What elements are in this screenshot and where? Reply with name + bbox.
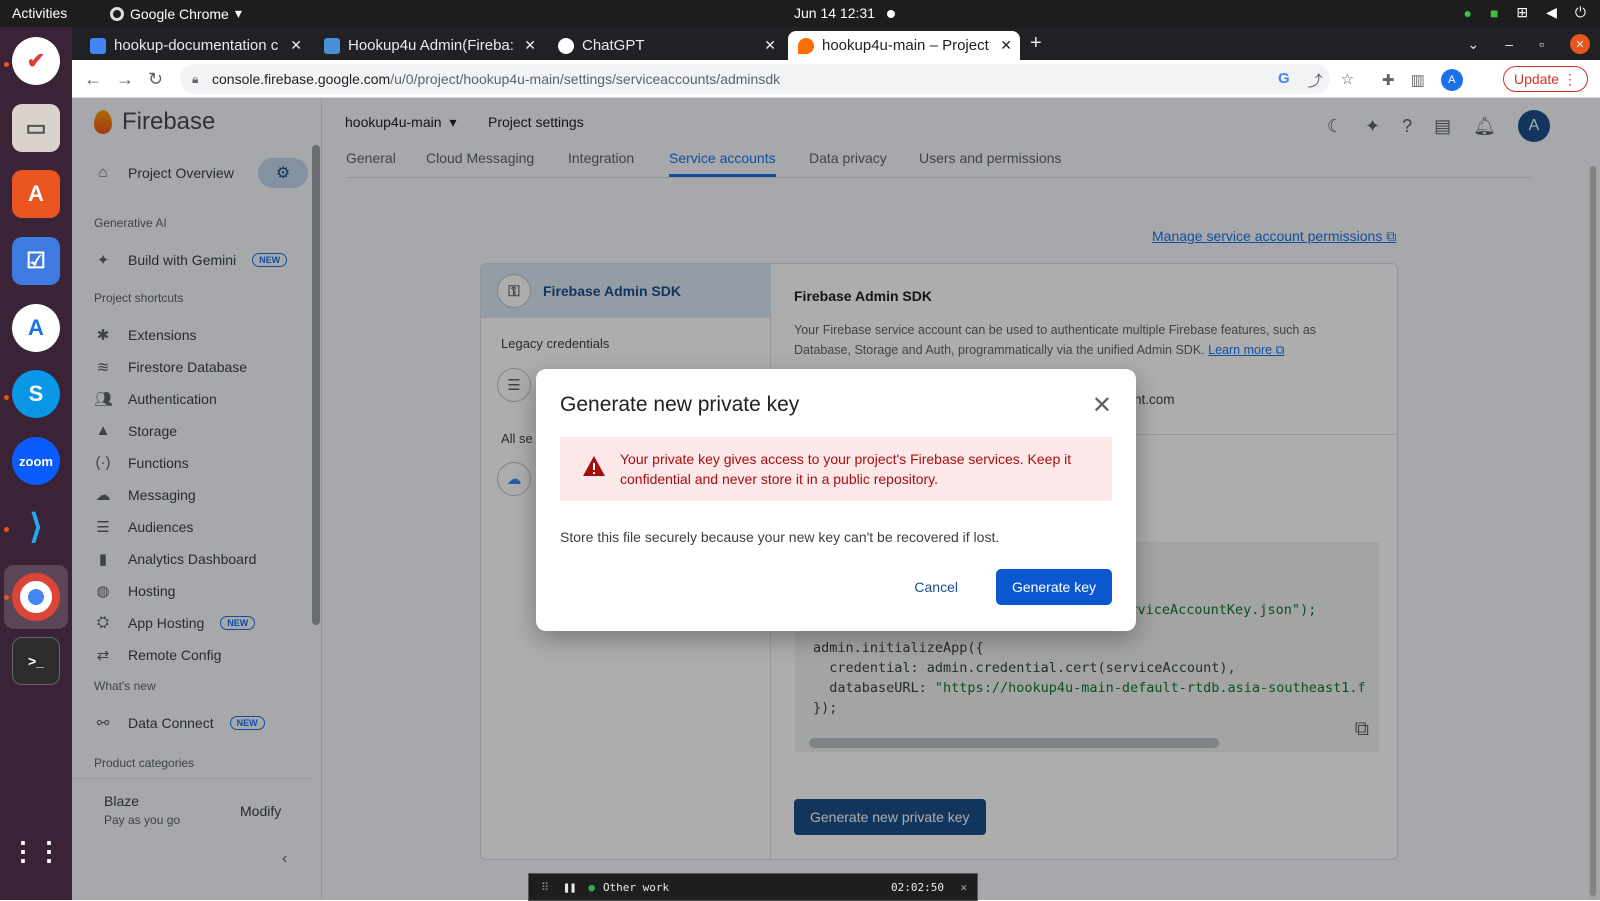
warning-icon [583, 456, 605, 476]
show-apps-icon[interactable]: ⋮⋮ [10, 827, 62, 875]
browser-tab-admin[interactable]: Hookup4u Admin(Fireba: ✕ [314, 31, 544, 60]
profile-avatar[interactable]: A [1440, 69, 1463, 91]
clock[interactable]: Jun 14 12:31 [794, 5, 895, 21]
pause-icon[interactable]: ❚❚ [563, 881, 576, 894]
tasks-icon[interactable]: ☑ [12, 237, 60, 285]
software-icon[interactable]: A [12, 170, 60, 218]
app-name: Google Chrome [130, 5, 229, 22]
share-icon[interactable]: ⤴ [1308, 70, 1323, 91]
close-icon[interactable]: ✕ [960, 881, 967, 894]
tab-title: hookup-documentation c [114, 37, 279, 54]
running-indicator [4, 62, 9, 67]
zoom-icon[interactable]: zoom [12, 437, 60, 485]
omnibar-actions: G ⤴ ☆ [1278, 70, 1354, 91]
dock: ✔ ▭ A ☑ A S zoom ⟩ >_ ⋮⋮ [0, 27, 72, 900]
warning-text: Your private key gives access to your pr… [620, 451, 1072, 487]
reload-icon[interactable]: ↻ [148, 69, 163, 90]
window-controls: ⌄ – ▫ ✕ [1468, 34, 1590, 54]
browser-tab-docs[interactable]: hookup-documentation c ✕ [80, 31, 310, 60]
close-icon[interactable]: ✕ [1092, 391, 1112, 420]
running-indicator [4, 595, 9, 600]
lock-icon: 🔒︎ [192, 71, 199, 86]
forward-icon[interactable]: → [116, 69, 134, 90]
chrome-dock-icon[interactable] [12, 573, 60, 621]
close-tab-icon[interactable]: ✕ [524, 37, 536, 54]
tab-title: ChatGPT [582, 37, 645, 54]
app-menu[interactable]: Google Chrome ▾ [110, 5, 242, 22]
extensions-puzzle-icon[interactable]: ✚ [1382, 71, 1395, 89]
os-top-bar: Activities Google Chrome ▾ Jun 14 12:31 … [0, 0, 1600, 27]
browser-tab-firebase[interactable]: hookup4u-main – Project ✕ [788, 31, 1020, 60]
close-window-icon[interactable]: ✕ [1570, 34, 1590, 54]
shield-icon: ■ [1489, 4, 1499, 21]
status-icon: ● [1463, 4, 1472, 21]
back-icon[interactable]: ← [84, 69, 102, 90]
volume-icon: ◀ [1546, 4, 1557, 20]
time-tracker-widget: ⠿ ❚❚ ● Other work 02:02:50 ✕ [528, 873, 978, 901]
dialog-body: Store this file securely because your ne… [560, 529, 1000, 545]
side-panel-icon[interactable]: ▥ [1411, 71, 1425, 89]
maximize-icon[interactable]: ▫ [1539, 36, 1544, 52]
task-label: Other work [602, 880, 670, 894]
toolbar: ← → ↻ 🔒︎ console.firebase.google.com/u/0… [72, 60, 1600, 98]
running-indicator [4, 527, 9, 532]
docs-icon [90, 37, 106, 54]
close-tab-icon[interactable]: ✕ [1000, 37, 1012, 54]
cancel-button[interactable]: Cancel [902, 571, 970, 603]
google-icon[interactable]: G [1278, 70, 1290, 91]
warning-banner: Your private key gives access to your pr… [560, 437, 1112, 501]
admin-icon [324, 37, 340, 54]
address-bar[interactable]: 🔒︎ console.firebase.google.com/u/0/proje… [180, 64, 1330, 94]
tab-title: hookup4u-main – Project [822, 37, 989, 54]
running-indicator [4, 395, 9, 400]
system-tray[interactable]: ● ■ ⊞ ◀ ⏻ [1463, 4, 1586, 21]
firebase-icon [798, 37, 814, 54]
tab-strip: hookup-documentation c ✕ Hookup4u Admin(… [72, 27, 1600, 60]
close-tab-icon[interactable]: ✕ [764, 37, 776, 54]
drag-handle-icon[interactable]: ⠿ [541, 881, 549, 894]
update-button[interactable]: Update ⋮ [1502, 66, 1588, 92]
chatgpt-icon [558, 37, 574, 54]
chrome-icon [110, 6, 124, 21]
url-path: /u/0/project/hookup4u-main/settings/serv… [390, 71, 781, 87]
tab-search-icon[interactable]: ⌄ [1468, 36, 1480, 53]
terminal-icon[interactable]: >_ [12, 637, 60, 685]
power-icon: ⏻ [1574, 4, 1586, 20]
active-dot-icon: ● [588, 880, 595, 894]
bookmark-star-icon[interactable]: ☆ [1341, 70, 1354, 91]
dialog-title: Generate new private key [560, 393, 800, 416]
generate-key-dialog: Generate new private key ✕ Your private … [536, 369, 1136, 631]
vscode-icon[interactable]: ⟩ [12, 503, 60, 551]
minimize-icon[interactable]: – [1505, 36, 1513, 52]
caret-down-icon: ▾ [234, 5, 242, 21]
new-tab-button[interactable]: + [1030, 32, 1042, 55]
android-studio-icon[interactable]: A [12, 304, 60, 352]
browser-tab-chatgpt[interactable]: ChatGPT ✕ [548, 31, 784, 60]
generate-key-button[interactable]: Generate key [995, 569, 1112, 605]
extension-area: ✚ ▥ A [1382, 69, 1463, 91]
skype-icon[interactable]: S [12, 370, 60, 418]
network-icon: ⊞ [1516, 4, 1529, 20]
activities-button[interactable]: Activities [12, 5, 67, 21]
files-icon[interactable]: ▭ [12, 104, 60, 152]
url-host: console.firebase.google.com [212, 71, 391, 87]
tab-title: Hookup4u Admin(Fireba: [348, 37, 514, 54]
close-tab-icon[interactable]: ✕ [290, 37, 302, 54]
todo-app-icon[interactable]: ✔ [12, 37, 60, 85]
elapsed-time: 02:02:50 [891, 880, 944, 894]
